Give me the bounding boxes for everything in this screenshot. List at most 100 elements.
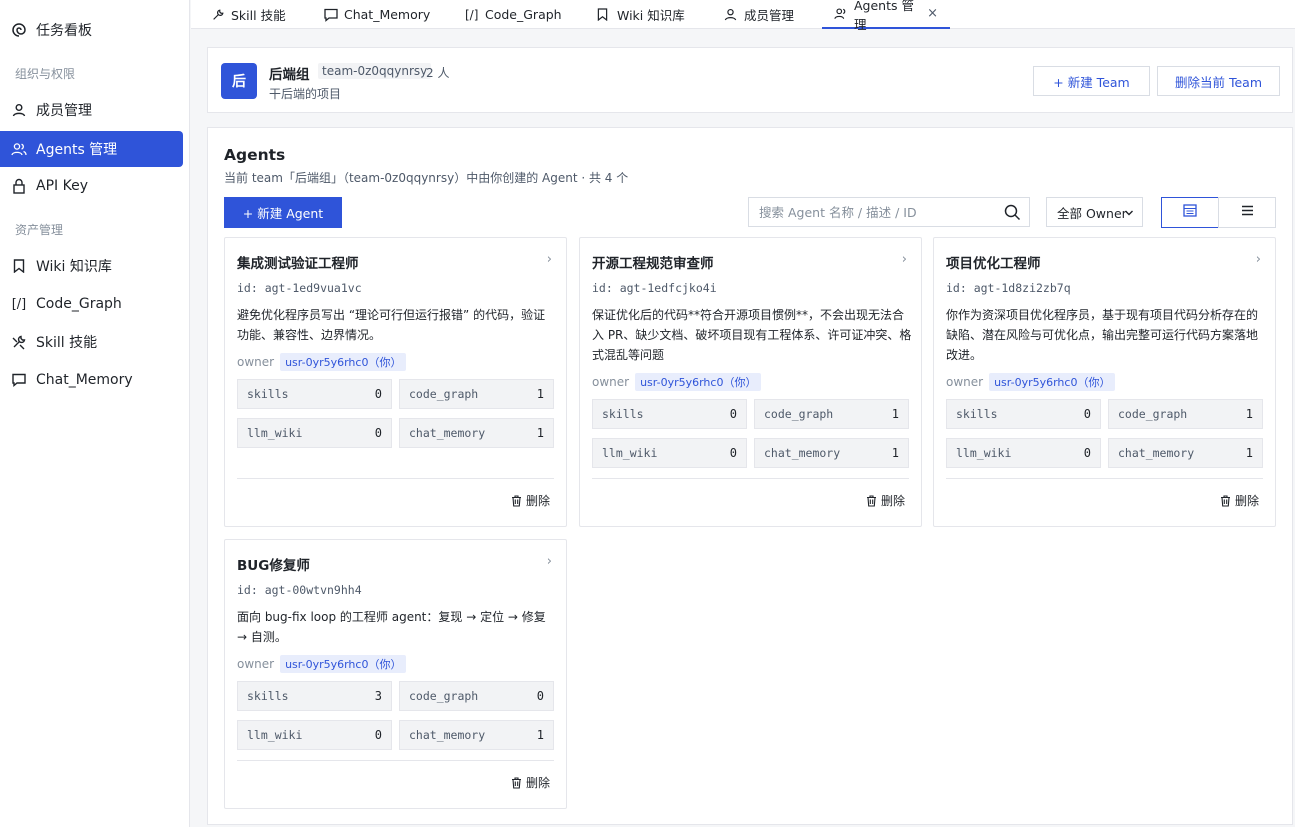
trash-icon	[511, 776, 522, 789]
sidebar-item-agents[interactable]: Agents 管理	[0, 131, 183, 167]
stat-key: skills	[247, 387, 289, 401]
stat-key: code_graph	[1118, 407, 1188, 421]
stat-value: 1	[536, 426, 544, 440]
spiral-icon	[10, 21, 28, 39]
stat-value: 0	[374, 728, 382, 742]
agent-card[interactable]: 开源工程规范审查师 › id: agt-1edfcjko4i 保证优化后的代码*…	[579, 237, 922, 527]
code-icon: [/]	[465, 7, 479, 22]
stat-key: llm_wiki	[247, 426, 303, 440]
team-member-count: 2 人	[426, 66, 450, 80]
stat-llm-wiki: llm_wiki 0	[237, 418, 392, 448]
tab-label: Code_Graph	[485, 7, 562, 22]
owner-tag: usr-0yr5y6rhc0（你）	[989, 373, 1116, 391]
chevron-right-icon[interactable]: ›	[902, 252, 907, 267]
sidebar-item-label: Agents 管理	[36, 142, 118, 158]
trash-icon	[1220, 494, 1231, 507]
agent-id: id: agt-1d8zi2zb7q	[946, 281, 1071, 295]
sidebar-item-code-graph[interactable]: [/] Code_Graph	[0, 286, 183, 322]
owner-label: owner	[237, 355, 275, 369]
delete-team-button[interactable]: 删除当前 Team	[1157, 66, 1280, 96]
bookmark-icon	[10, 257, 28, 275]
sidebar-item-chat-memory[interactable]: Chat_Memory	[0, 362, 183, 398]
agent-name: 集成测试验证工程师	[237, 256, 359, 272]
chevron-right-icon[interactable]: ›	[547, 554, 552, 569]
tab-skill[interactable]: Skill 技能	[199, 0, 298, 29]
agent-card[interactable]: BUG修复师 › id: agt-00wtvn9hh4 面向 bug-fix l…	[224, 539, 567, 809]
stat-skills: skills 0	[946, 399, 1101, 429]
chevron-right-icon[interactable]: ›	[547, 252, 552, 267]
agent-description: 避免优化程序员写出 “理论可行但运行报错” 的代码，验证功能、兼容性、边界情况。	[237, 308, 546, 342]
stat-key: chat_memory	[1118, 446, 1195, 460]
stat-value: 0	[1083, 407, 1091, 421]
close-icon[interactable]: ×	[927, 6, 938, 21]
delete-agent-button[interactable]: 删除	[1220, 492, 1259, 509]
stat-value: 0	[1083, 446, 1091, 460]
stat-value: 0	[374, 387, 382, 401]
bookmark-icon	[597, 8, 611, 22]
delete-agent-button[interactable]: 删除	[511, 492, 550, 509]
sidebar-group-org: 组织与权限	[15, 67, 76, 81]
agent-id: id: agt-00wtvn9hh4	[237, 583, 362, 597]
owner-row: owner usr-0yr5y6rhc0（你）	[946, 373, 1116, 391]
tab-chat-memory[interactable]: Chat_Memory	[312, 0, 442, 29]
card-view-icon	[1183, 204, 1197, 221]
stat-value: 1	[536, 387, 544, 401]
stat-key: llm_wiki	[956, 446, 1012, 460]
list-view-button[interactable]	[1218, 197, 1276, 228]
search-icon[interactable]	[1004, 204, 1021, 225]
stat-key: code_graph	[409, 689, 479, 703]
stat-skills: skills 0	[592, 399, 747, 429]
sidebar-item-wiki[interactable]: Wiki 知识库	[0, 248, 183, 284]
tab-code-graph[interactable]: [/] Code_Graph	[453, 0, 574, 29]
search-box	[748, 197, 1030, 227]
list-icon	[1241, 205, 1254, 220]
stat-value: 1	[1245, 407, 1253, 421]
sidebar-item-skill[interactable]: Skill 技能	[0, 324, 183, 360]
owner-filter-select[interactable]: 全部 Owner	[1046, 197, 1143, 227]
team-id-badge: team-0z0qqynrsy	[318, 63, 432, 79]
stat-skills: skills 3	[237, 681, 392, 711]
code-icon: [/]	[11, 296, 27, 312]
divider	[237, 478, 554, 479]
agent-name: 开源工程规范审查师	[592, 256, 714, 272]
agent-description: 你作为资深项目优化程序员，基于现有项目代码分析存在的缺陷、潜在风险与可优化点，输…	[946, 308, 1259, 362]
user-icon	[724, 8, 738, 22]
trash-icon	[511, 494, 522, 507]
stat-skills: skills 0	[237, 379, 392, 409]
tab-label: Wiki 知识库	[617, 8, 685, 23]
sidebar-item-label: Wiki 知识库	[36, 259, 112, 275]
tab-agents[interactable]: Agents 管理 ×	[822, 0, 950, 32]
grid-view-button[interactable]	[1161, 197, 1219, 228]
sidebar-item-api-key[interactable]: API Key	[0, 168, 183, 204]
stat-code-graph: code_graph 0	[399, 681, 554, 711]
new-team-button[interactable]: + 新建 Team	[1033, 66, 1150, 96]
delete-agent-button[interactable]: 删除	[511, 774, 550, 791]
agent-card[interactable]: 集成测试验证工程师 › id: agt-1ed9vua1vc 避免优化程序员写出…	[224, 237, 567, 527]
stat-key: skills	[956, 407, 998, 421]
owner-tag: usr-0yr5y6rhc0（你）	[280, 655, 407, 673]
stat-key: skills	[602, 407, 644, 421]
new-agent-button[interactable]: + 新建 Agent	[224, 197, 342, 228]
delete-label: 删除	[880, 494, 905, 508]
lock-icon	[10, 177, 28, 195]
team-avatar: 后	[221, 63, 257, 99]
search-input[interactable]	[759, 204, 999, 220]
stat-value: 1	[891, 446, 899, 460]
sidebar-item-members[interactable]: 成员管理	[0, 92, 183, 128]
sidebar-item-label: Chat_Memory	[36, 372, 133, 388]
owner-label: owner	[592, 375, 630, 389]
delete-label: 删除	[525, 776, 550, 790]
team-description: 干后端的项目	[269, 87, 342, 101]
stat-key: llm_wiki	[247, 728, 303, 742]
agent-card[interactable]: 项目优化工程师 › id: agt-1d8zi2zb7q 你作为资深项目优化程序…	[933, 237, 1276, 527]
delete-agent-button[interactable]: 删除	[866, 492, 905, 509]
tab-members[interactable]: 成员管理	[712, 0, 806, 29]
stat-value: 1	[536, 728, 544, 742]
chevron-down-icon	[1124, 206, 1134, 221]
chevron-right-icon[interactable]: ›	[1256, 252, 1261, 267]
stat-value: 1	[891, 407, 899, 421]
sidebar-item-label: 任务看板	[36, 23, 92, 39]
sidebar-item-task-board[interactable]: 任务看板	[0, 12, 183, 48]
tab-wiki[interactable]: Wiki 知识库	[585, 0, 697, 29]
agent-id: id: agt-1ed9vua1vc	[237, 281, 362, 295]
